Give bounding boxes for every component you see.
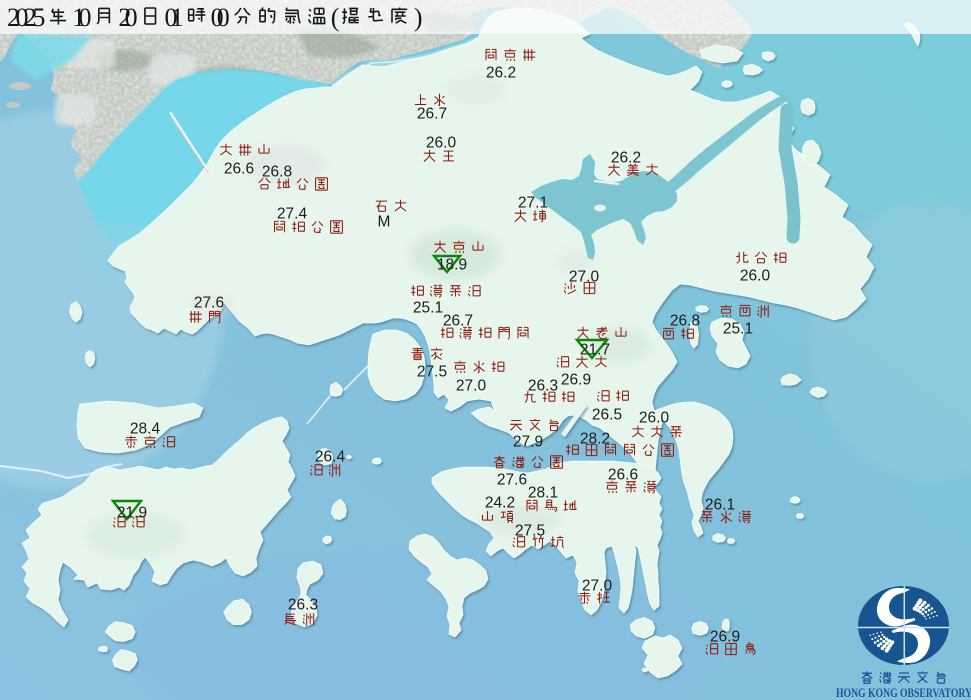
svg-text:27.0: 27.0 — [569, 269, 600, 286]
svg-text:27.6: 27.6 — [497, 472, 527, 489]
svg-text:26.3: 26.3 — [288, 597, 318, 614]
svg-text:26.2: 26.2 — [486, 65, 516, 82]
svg-text:25.1: 25.1 — [413, 300, 443, 317]
svg-text:26.6: 26.6 — [224, 161, 254, 178]
svg-text:26.3: 26.3 — [528, 378, 558, 395]
svg-text:26.9: 26.9 — [561, 372, 591, 389]
svg-text:27.0: 27.0 — [582, 578, 613, 595]
svg-text:26.7: 26.7 — [443, 313, 473, 330]
svg-text:28.4: 28.4 — [130, 421, 161, 438]
svg-text:26.4: 26.4 — [315, 449, 346, 466]
svg-text:26.8: 26.8 — [670, 313, 700, 330]
svg-text:26.9: 26.9 — [710, 629, 740, 646]
svg-text:00: 00 — [211, 3, 230, 32]
svg-text:26.2: 26.2 — [611, 150, 641, 167]
svg-text:27.9: 27.9 — [513, 434, 543, 451]
svg-text:(: ( — [331, 3, 340, 32]
svg-text:28.1: 28.1 — [528, 485, 558, 502]
svg-text:21.9: 21.9 — [117, 505, 147, 522]
svg-text:24.2: 24.2 — [485, 495, 515, 512]
svg-text:26.6: 26.6 — [608, 467, 638, 484]
svg-text:26.5: 26.5 — [592, 407, 622, 424]
svg-text:26.7: 26.7 — [417, 106, 447, 123]
svg-text:27.5: 27.5 — [417, 364, 447, 381]
svg-text:26.8: 26.8 — [262, 164, 292, 181]
svg-text:25.1: 25.1 — [723, 321, 753, 338]
svg-text:HONG KONG OBSERVATORY: HONG KONG OBSERVATORY — [836, 686, 971, 700]
svg-text:27.0: 27.0 — [456, 378, 487, 395]
svg-text:27.1: 27.1 — [518, 195, 548, 212]
svg-text:10: 10 — [72, 3, 91, 32]
svg-text:26.0: 26.0 — [426, 135, 457, 152]
svg-text:27.6: 27.6 — [194, 295, 224, 312]
svg-text:26.0: 26.0 — [740, 268, 771, 285]
svg-text:26.0: 26.0 — [639, 410, 670, 427]
svg-text:18.9: 18.9 — [437, 257, 467, 274]
svg-text:20: 20 — [118, 3, 137, 32]
svg-text:M: M — [378, 214, 391, 231]
svg-text:01: 01 — [165, 3, 184, 32]
svg-text:26.1: 26.1 — [705, 497, 735, 514]
svg-text:21.7: 21.7 — [580, 342, 610, 359]
svg-text:27.5: 27.5 — [515, 523, 545, 540]
svg-text:27.4: 27.4 — [277, 206, 308, 223]
svg-text:28.2: 28.2 — [580, 431, 610, 448]
svg-text:): ) — [414, 3, 423, 32]
svg-text:2025: 2025 — [7, 3, 45, 32]
